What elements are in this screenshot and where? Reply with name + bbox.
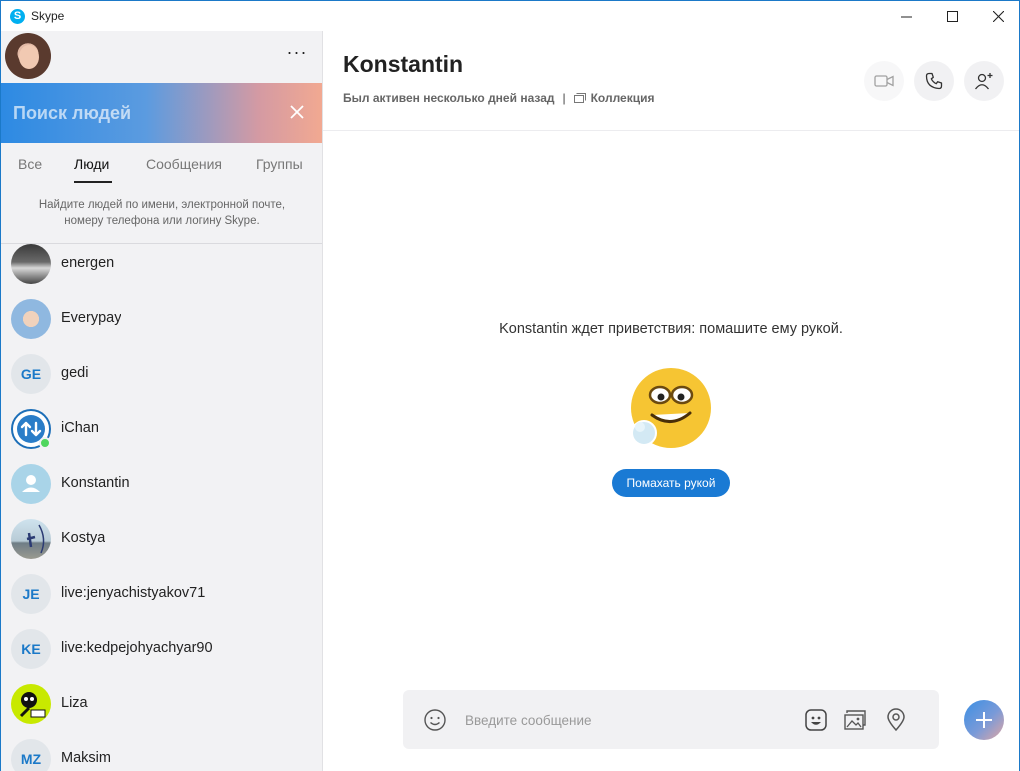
sidebar: ··· Все Люди Сообщения Группы Найдите лю… [1, 31, 323, 771]
wave-prompt: Konstantin ждет приветствия: помашите ем… [323, 321, 1019, 497]
audio-call-button[interactable] [914, 61, 954, 101]
avatar [11, 519, 51, 559]
gallery-label: Коллекция [590, 91, 655, 105]
close-window-button[interactable] [975, 1, 1020, 32]
message-input[interactable] [465, 709, 785, 731]
chat-title[interactable]: Konstantin [343, 51, 463, 78]
close-icon [290, 105, 304, 119]
smiley-icon [424, 709, 446, 731]
avatar-initials: JE [11, 574, 51, 614]
last-seen-status: Был активен несколько дней назад [343, 91, 555, 105]
chat-pane: Konstantin Был активен несколько дней на… [323, 31, 1019, 771]
waving-emoji-icon [630, 367, 712, 449]
person-silhouette-icon [26, 524, 45, 554]
contact-item-ichan[interactable]: iChan [1, 401, 322, 456]
maximize-icon [946, 11, 958, 22]
contact-name: Maksim [61, 750, 111, 766]
avatar [11, 684, 51, 724]
contact-name: energen [61, 255, 115, 271]
emoji-picker-button[interactable] [423, 708, 447, 732]
avatar-initials: MZ [11, 739, 51, 771]
media-gallery-button[interactable] [843, 707, 869, 733]
chat-subtitle: Был активен несколько дней назад | Колле… [343, 91, 655, 105]
location-pin-icon [887, 708, 905, 732]
search-hint: Найдите людей по имени, электронной почт… [38, 199, 286, 227]
contact-name: live:jenyachistyakov71 [61, 585, 206, 601]
minimize-icon [900, 16, 912, 18]
avatar [11, 299, 51, 339]
tab-all[interactable]: Все [18, 156, 42, 172]
contact-name: Liza [61, 695, 88, 711]
contact-item-jenyachistyakov71[interactable]: JE live:jenyachistyakov71 [1, 566, 322, 621]
search-tabs: Все Люди Сообщения Группы [1, 143, 322, 187]
contact-item-everypay[interactable]: Everypay [1, 291, 322, 346]
contact-name: gedi [61, 365, 89, 381]
gallery-icon [844, 710, 866, 730]
gallery-icon [573, 93, 586, 103]
avatar-initials: GE [11, 354, 51, 394]
sticker-icon [805, 709, 827, 731]
default-user-icon [22, 475, 40, 492]
plus-icon [976, 712, 992, 728]
wave-button[interactable]: Помахать рукой [612, 469, 730, 497]
contact-item-kedpejohyachyar90[interactable]: KE live:kedpejohyachyar90 [1, 621, 322, 676]
message-composer [403, 690, 939, 749]
window-title: Skype [31, 9, 65, 23]
search-input[interactable] [13, 99, 273, 127]
chat-header: Konstantin Был активен несколько дней на… [323, 31, 1019, 131]
contact-item-liza[interactable]: Liza [1, 676, 322, 731]
title-bar: S Skype [0, 0, 1020, 31]
contact-name: iChan [61, 420, 99, 436]
contact-list: energen Everypay GE gedi iChan Konstanti… [1, 244, 322, 771]
tab-groups[interactable]: Группы [256, 156, 303, 172]
add-user-icon [974, 73, 993, 90]
skype-logo-icon: S [10, 9, 25, 24]
active-tab-indicator [74, 181, 112, 183]
tab-messages[interactable]: Сообщения [146, 156, 222, 172]
avatar-initials: KE [11, 629, 51, 669]
wave-prompt-text: Konstantin ждет приветствия: помашите ем… [499, 321, 843, 337]
cartoon-avatar-icon [19, 692, 46, 718]
contact-item-kostya[interactable]: Kostya [1, 511, 322, 566]
contact-item-konstantin[interactable]: Konstantin [1, 456, 322, 511]
contact-name: Everypay [61, 310, 122, 326]
gallery-link[interactable]: Коллекция [573, 91, 655, 105]
separator: | [562, 91, 566, 105]
search-bar [1, 83, 322, 143]
profile-bar: ··· [1, 31, 322, 83]
contact-name: Kostya [61, 530, 106, 546]
add-people-button[interactable] [964, 61, 1004, 101]
contact-item-maksim[interactable]: MZ Maksim [1, 731, 322, 771]
close-icon [992, 11, 1004, 22]
avatar [11, 464, 51, 504]
maximize-button[interactable] [929, 1, 975, 32]
add-content-button[interactable] [964, 700, 1004, 740]
video-camera-icon [874, 75, 894, 87]
tab-people[interactable]: Люди [74, 156, 109, 172]
contact-name: Konstantin [61, 475, 130, 491]
sticker-button[interactable] [803, 707, 829, 733]
minimize-button[interactable] [883, 1, 929, 32]
phone-icon [925, 72, 943, 90]
more-options-button[interactable]: ··· [285, 43, 309, 65]
video-call-button[interactable] [864, 61, 904, 101]
contact-item-gedi[interactable]: GE gedi [1, 346, 322, 401]
contact-item-energen[interactable]: energen [1, 244, 322, 291]
search-close-button[interactable] [285, 100, 309, 124]
location-button[interactable] [883, 707, 909, 733]
my-avatar[interactable] [5, 33, 51, 79]
contact-name: live:kedpejohyachyar90 [61, 640, 213, 656]
avatar [11, 244, 51, 284]
online-status-dot [39, 437, 51, 449]
